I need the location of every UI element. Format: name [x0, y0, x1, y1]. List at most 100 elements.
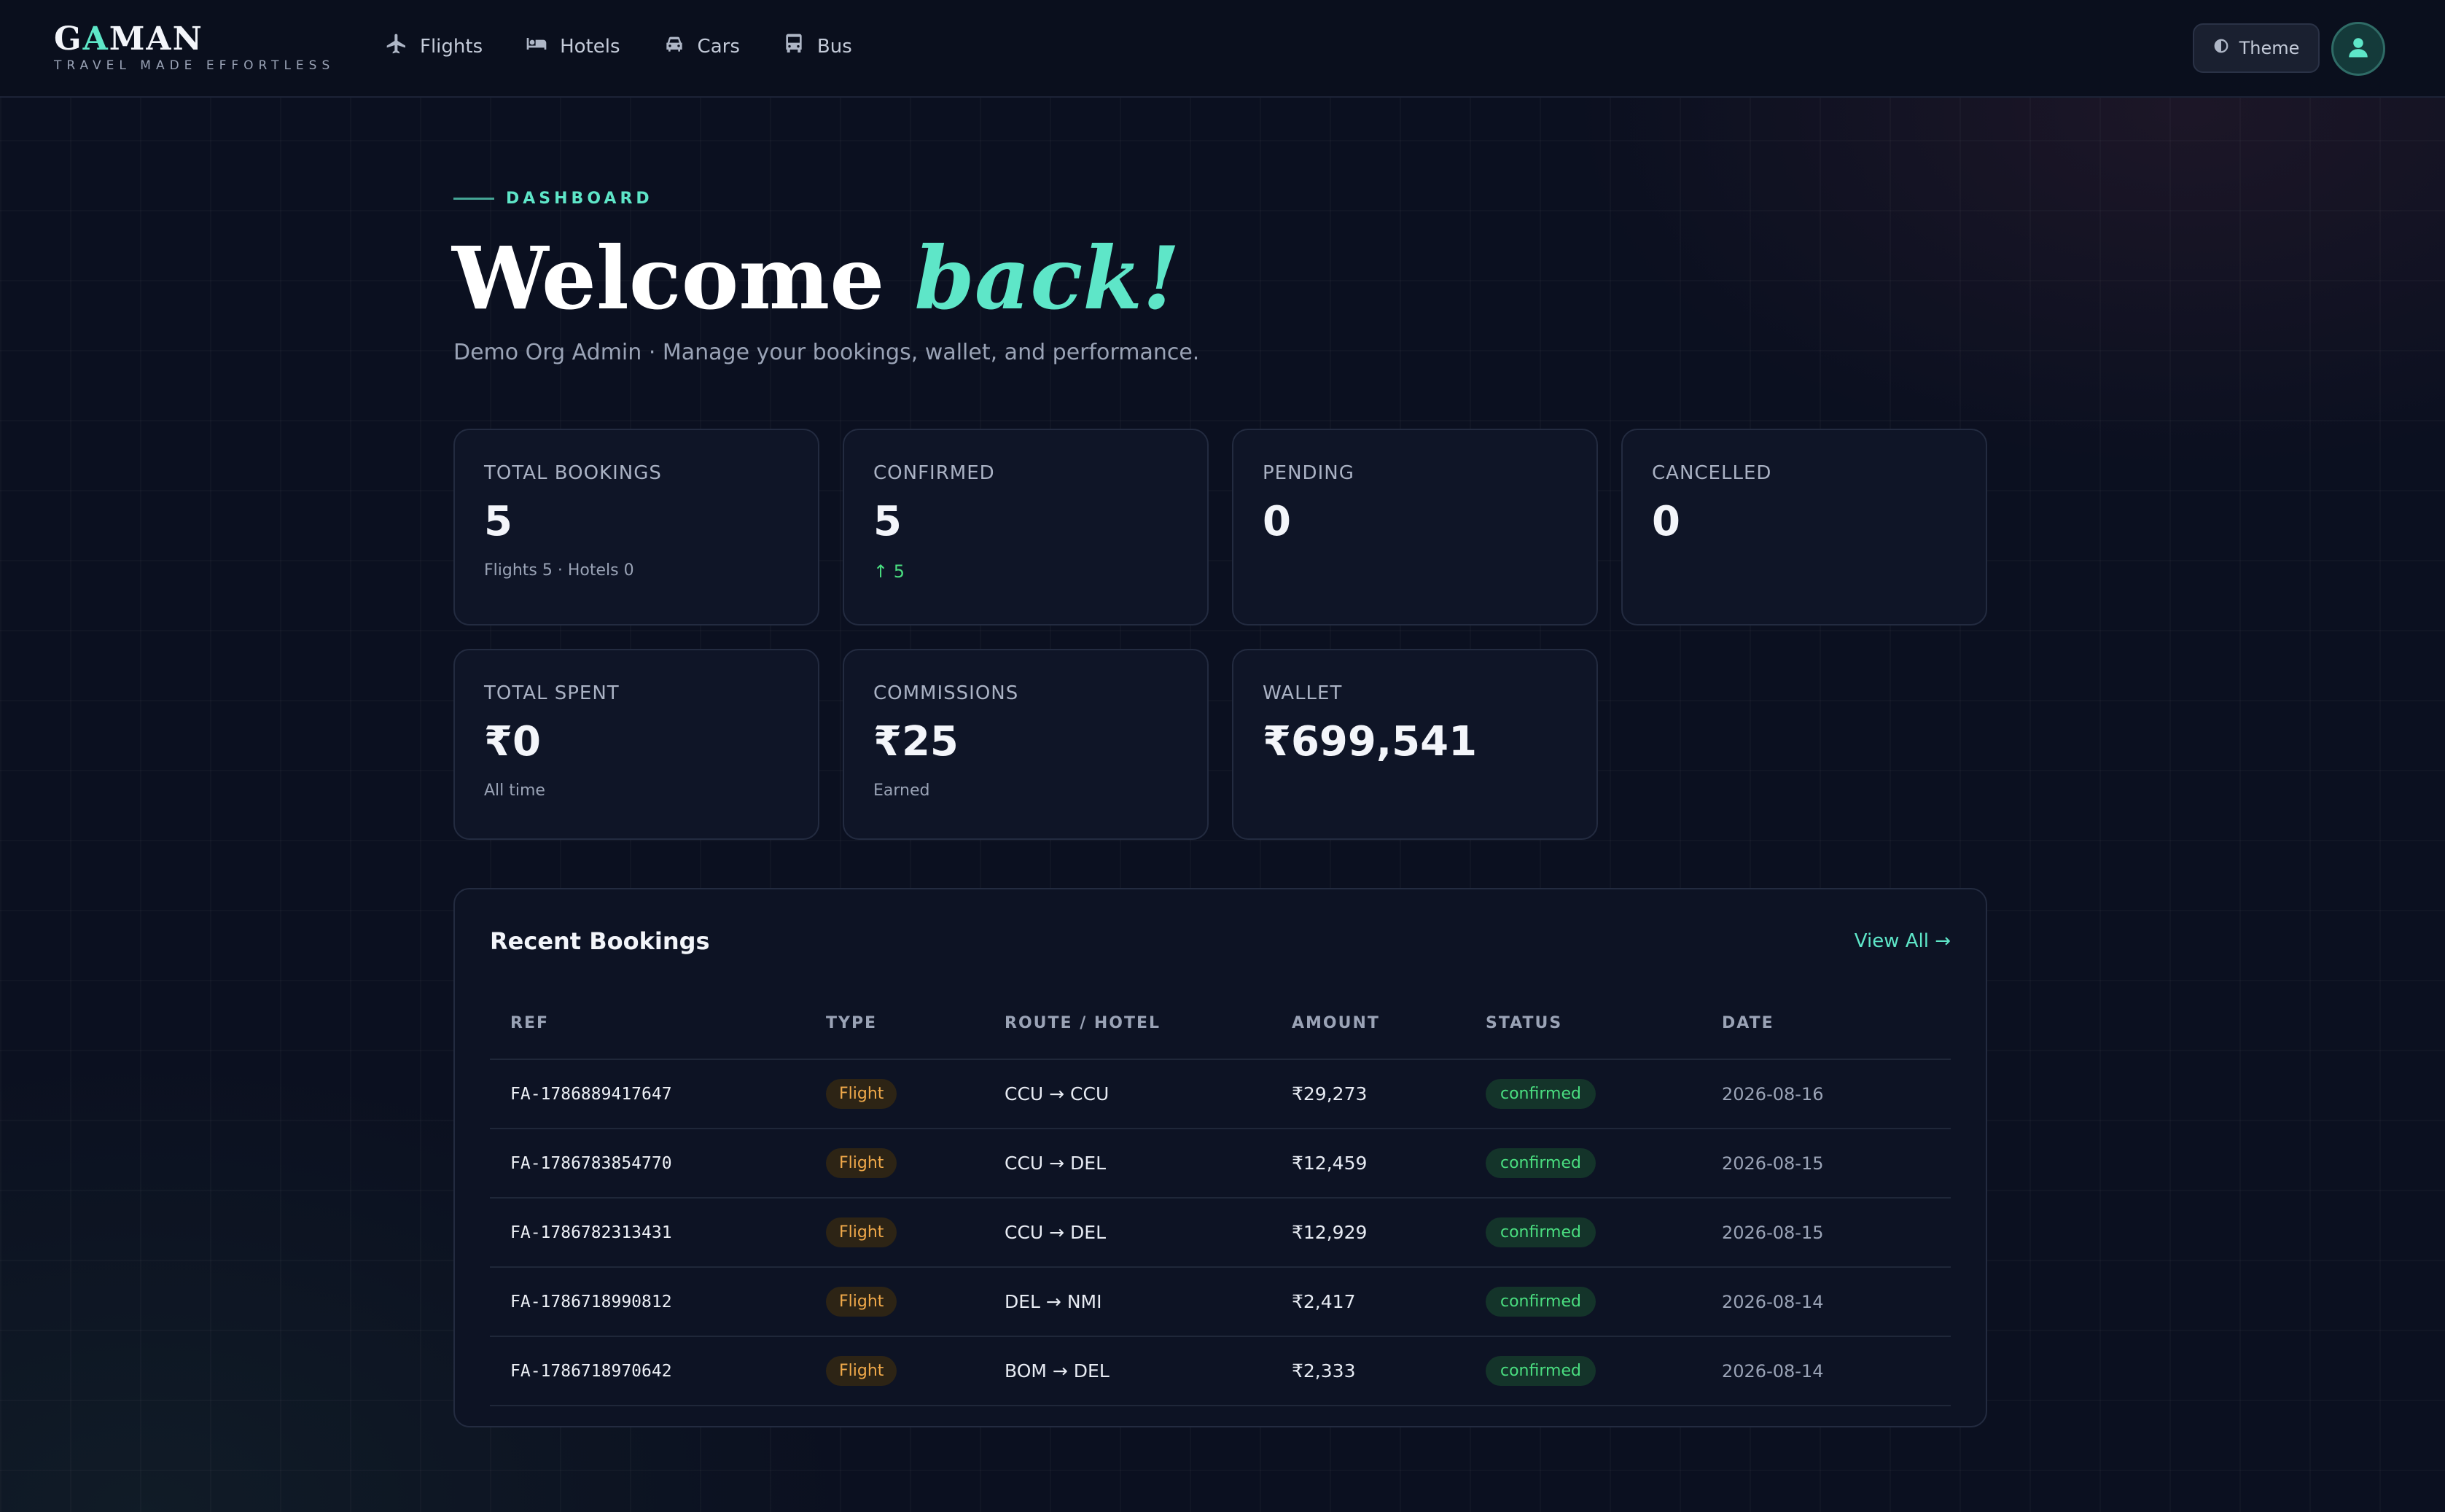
booking-amount: ₹12,459 — [1292, 1153, 1368, 1174]
booking-date: 2026-08-14 — [1722, 1291, 1824, 1312]
theme-toggle-button[interactable]: Theme — [2193, 23, 2320, 73]
column-header-route[interactable]: ROUTE / HOTEL — [1005, 1014, 1292, 1032]
eyebrow-label: DASHBOARD — [506, 190, 653, 208]
table-row[interactable]: FA-1786782313431 Flight CCU → DEL ₹12,92… — [490, 1199, 1951, 1268]
stat-trend-up: ↑ 5 — [873, 561, 905, 582]
stat-label: TOTAL SPENT — [484, 682, 620, 704]
nav-item-flights[interactable]: Flights — [385, 32, 483, 61]
booking-amount: ₹12,929 — [1292, 1222, 1368, 1243]
status-badge: confirmed — [1486, 1079, 1596, 1109]
booking-date: 2026-08-14 — [1722, 1360, 1824, 1382]
type-badge: Flight — [826, 1148, 897, 1178]
booking-date: 2026-08-16 — [1722, 1083, 1824, 1104]
stat-card-total-bookings: TOTAL BOOKINGS 5 Flights 5 · Hotels 0 — [453, 429, 819, 626]
column-header-amount[interactable]: AMOUNT — [1292, 1014, 1486, 1032]
stat-value: ₹25 — [873, 718, 959, 765]
column-header-date[interactable]: DATE — [1722, 1014, 1951, 1032]
table-row[interactable]: FA-1786783854770 Flight CCU → DEL ₹12,45… — [490, 1129, 1951, 1199]
table-row[interactable]: FA-1786718990812 Flight DEL → NMI ₹2,417… — [490, 1268, 1951, 1337]
stat-value: 0 — [1263, 498, 1291, 545]
type-badge: Flight — [826, 1356, 897, 1386]
booking-amount: ₹2,333 — [1292, 1360, 1356, 1382]
stat-label: CANCELLED — [1652, 462, 1772, 484]
main-nav: Flights Hotels Cars Bus — [385, 32, 852, 61]
bookings-table: REF TYPE ROUTE / HOTEL AMOUNT STATUS DAT… — [490, 987, 1951, 1406]
brand-name: GAMAN — [54, 22, 335, 57]
stat-label: WALLET — [1263, 682, 1343, 704]
stat-value: 5 — [873, 498, 902, 545]
booking-ref[interactable]: FA-1786718990812 — [490, 1293, 826, 1312]
brand-name-prefix: G — [54, 20, 83, 58]
brand-name-accent: A — [82, 20, 109, 58]
booking-ref[interactable]: FA-1786782313431 — [490, 1223, 826, 1242]
car-icon — [663, 32, 686, 61]
type-badge: Flight — [826, 1079, 897, 1109]
booking-ref[interactable]: FA-1786889417647 — [490, 1085, 826, 1104]
nav-label-cars: Cars — [697, 35, 740, 58]
stat-card-confirmed: CONFIRMED 5 ↑ 5 — [843, 429, 1209, 626]
column-header-ref[interactable]: REF — [490, 1014, 826, 1032]
stat-card-total-spent: TOTAL SPENT ₹0 All time — [453, 649, 819, 840]
stat-card-pending: PENDING 0 — [1232, 429, 1598, 626]
page-title-accent: back! — [914, 227, 1180, 329]
stat-value: ₹0 — [484, 718, 541, 765]
status-badge: confirmed — [1486, 1356, 1596, 1386]
half-circle-icon — [2213, 38, 2229, 58]
booking-amount: ₹29,273 — [1292, 1083, 1368, 1104]
stat-subtext: Earned — [873, 782, 930, 800]
booking-route: DEL → NMI — [1005, 1291, 1102, 1312]
page-title-main: Welcome — [452, 227, 915, 329]
status-badge: confirmed — [1486, 1217, 1596, 1247]
nav-item-cars[interactable]: Cars — [663, 32, 740, 61]
stat-card-commissions: COMMISSIONS ₹25 Earned — [843, 649, 1209, 840]
stat-label: PENDING — [1263, 462, 1354, 484]
type-badge: Flight — [826, 1287, 897, 1317]
stat-subtext: Flights 5 · Hotels 0 — [484, 561, 634, 580]
stat-value: 0 — [1652, 498, 1680, 545]
panel-title: Recent Bookings — [490, 927, 710, 955]
booking-date: 2026-08-15 — [1722, 1153, 1824, 1174]
stat-label: COMMISSIONS — [873, 682, 1019, 704]
page-title: Welcome back! — [452, 227, 1180, 330]
booking-ref[interactable]: FA-1786718970642 — [490, 1362, 826, 1381]
booking-ref[interactable]: FA-1786783854770 — [490, 1154, 826, 1173]
page-subtitle: Demo Org Admin · Manage your bookings, w… — [453, 340, 1200, 365]
table-header: REF TYPE ROUTE / HOTEL AMOUNT STATUS DAT… — [490, 987, 1951, 1060]
stat-label: CONFIRMED — [873, 462, 995, 484]
status-badge: confirmed — [1486, 1287, 1596, 1317]
booking-amount: ₹2,417 — [1292, 1291, 1356, 1312]
user-avatar-button[interactable] — [2331, 22, 2385, 76]
nav-item-bus[interactable]: Bus — [782, 32, 852, 61]
view-all-link[interactable]: View All → — [1855, 930, 1951, 952]
table-row[interactable]: FA-1786889417647 Flight CCU → CCU ₹29,27… — [490, 1060, 1951, 1129]
nav-item-hotels[interactable]: Hotels — [525, 32, 620, 61]
brand-name-suffix: MAN — [109, 20, 203, 58]
recent-bookings-panel: Recent Bookings View All → REF TYPE ROUT… — [453, 888, 1987, 1427]
bed-icon — [525, 32, 548, 61]
stat-value: 5 — [484, 498, 512, 545]
column-header-status[interactable]: STATUS — [1486, 1014, 1722, 1032]
nav-label-bus: Bus — [816, 35, 852, 58]
brand-tagline: TRAVEL MADE EFFORTLESS — [54, 58, 335, 73]
column-header-type[interactable]: TYPE — [826, 1014, 1005, 1032]
booking-route: CCU → DEL — [1005, 1153, 1107, 1174]
stat-value: ₹699,541 — [1263, 718, 1478, 765]
eyebrow-line — [453, 198, 494, 200]
type-badge: Flight — [826, 1217, 897, 1247]
app-root: GAMAN TRAVEL MADE EFFORTLESS Flights Hot… — [0, 0, 2445, 1512]
stat-subtext: All time — [484, 782, 545, 800]
table-row[interactable]: FA-1786718970642 Flight BOM → DEL ₹2,333… — [490, 1337, 1951, 1406]
user-icon — [2345, 34, 2371, 63]
stat-card-wallet: WALLET ₹699,541 — [1232, 649, 1598, 840]
nav-label-flights: Flights — [420, 35, 483, 58]
booking-date: 2026-08-15 — [1722, 1222, 1824, 1243]
booking-route: CCU → CCU — [1005, 1083, 1110, 1104]
theme-label: Theme — [2239, 38, 2300, 58]
page-eyebrow: DASHBOARD — [453, 190, 653, 208]
top-navbar: GAMAN TRAVEL MADE EFFORTLESS Flights Hot… — [0, 0, 2445, 98]
stat-card-cancelled: CANCELLED 0 — [1621, 429, 1987, 626]
bus-icon — [782, 32, 806, 61]
brand-logo[interactable]: GAMAN TRAVEL MADE EFFORTLESS — [54, 22, 335, 74]
booking-route: CCU → DEL — [1005, 1222, 1107, 1243]
plane-icon — [385, 32, 408, 61]
